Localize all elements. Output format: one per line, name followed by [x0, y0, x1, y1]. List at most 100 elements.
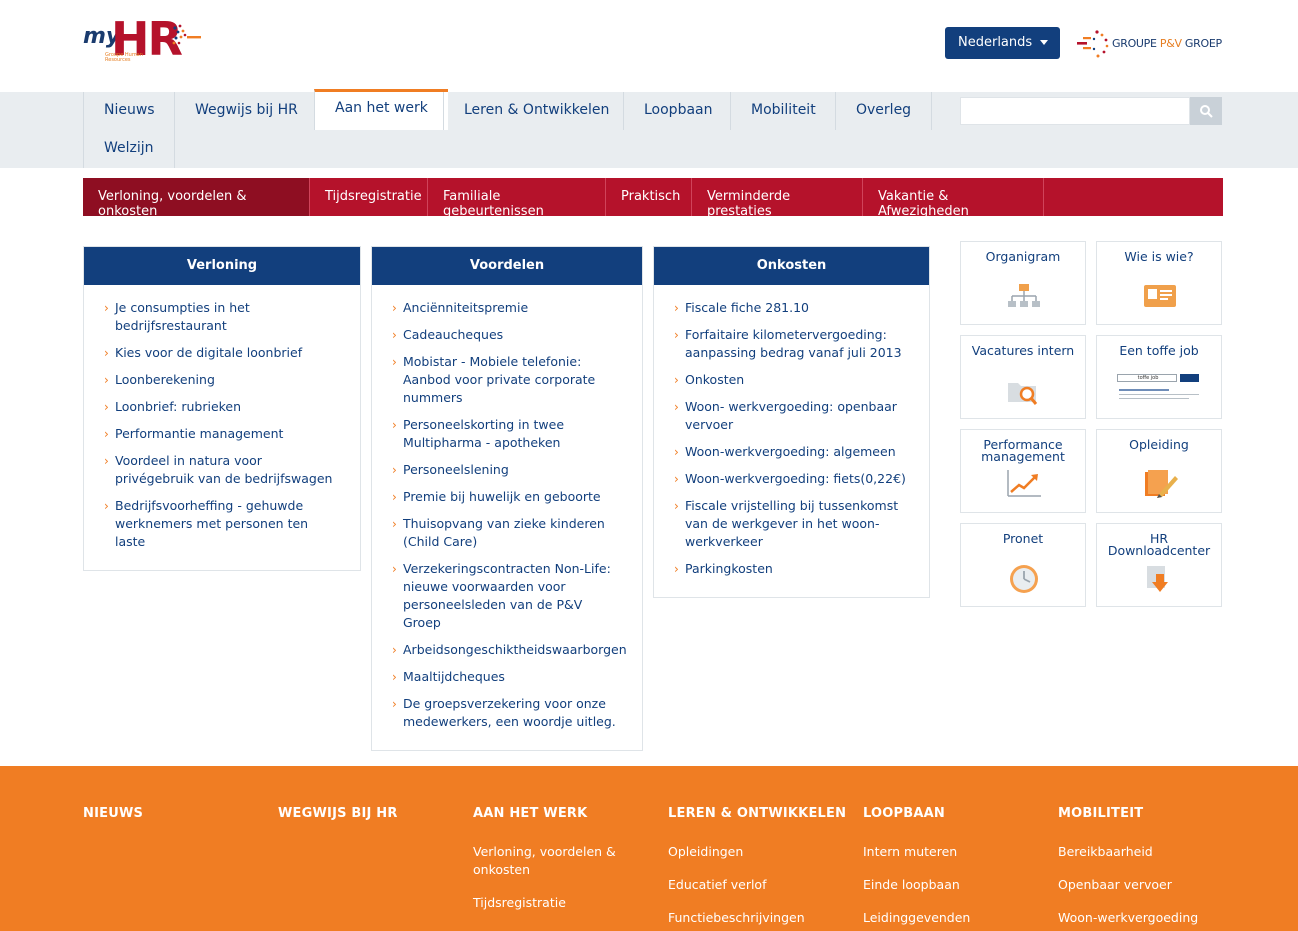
subnav-item-tijdsregistratie[interactable]: Tijdsregistratie	[310, 178, 428, 216]
chevron-right-icon: ›	[104, 427, 109, 441]
list-item[interactable]: › Loonbrief: rubrieken	[104, 398, 340, 416]
list-item[interactable]: › Fiscale fiche 281.10	[674, 299, 909, 317]
search-input[interactable]	[960, 97, 1190, 125]
logo-dots-icon	[171, 24, 201, 45]
voordelen-panel: Voordelen › Anciënniteitspremie › Cadeauch…	[371, 246, 643, 751]
list-item-label: Kies voor de digitale loonbrief	[115, 345, 303, 360]
tile-een-toffe-job[interactable]: Een toffe job toffe job	[1096, 335, 1222, 419]
list-item[interactable]: › Verzekeringscontracten Non-Life: nieuwe…	[392, 560, 622, 632]
subnav-item-label: Verminderde prestaties	[707, 189, 791, 219]
list-item[interactable]: › De groepsverzekering voor onze medewerk…	[392, 695, 622, 731]
pv-groep-logo[interactable]: GROUPE P&V GROEP	[1075, 27, 1225, 61]
list-item[interactable]: › Onkosten	[674, 371, 909, 389]
footer-column-loopbaan: LOOPBAAN Intern muteren Einde loopbaan L…	[863, 806, 1043, 931]
list-item-label: Personeelslening	[403, 462, 509, 477]
link-list: › Fiscale fiche 281.10 › Forfaitaire kilom…	[654, 285, 929, 597]
footer-column-aan-het-werk: AAN HET WERK Verloning, voordelen & onko…	[473, 806, 623, 927]
tile-label: Pronet	[1002, 531, 1044, 546]
download-icon	[1147, 566, 1168, 592]
footer-heading[interactable]: LEREN & ONTWIKKELEN	[668, 806, 848, 821]
subnav-item-praktisch[interactable]: Praktisch	[606, 178, 692, 216]
footer-heading[interactable]: MOBILITEIT	[1058, 806, 1238, 821]
list-item[interactable]: › Thuisopvang van zieke kinderen (Child C…	[392, 515, 622, 551]
footer-link[interactable]: Intern muteren	[863, 843, 1043, 861]
pv-logo-mark-icon	[1077, 30, 1109, 58]
footer-heading[interactable]: LOOPBAAN	[863, 806, 1043, 821]
list-item[interactable]: › Anciënniteitspremie	[392, 299, 622, 317]
pencil-paper-icon	[1145, 470, 1178, 498]
link-list: › Je consumpties in het bedrijfsrestauran…	[84, 285, 360, 570]
footer-heading[interactable]: AAN HET WERK	[473, 806, 623, 821]
list-item[interactable]: › Parkingkosten	[674, 560, 909, 578]
caret-down-icon	[1040, 40, 1048, 45]
list-item[interactable]: › Cadeaucheques	[392, 326, 622, 344]
link-list: › Anciënniteitspremie › Cadeaucheques › Mob…	[372, 285, 642, 750]
tile-opleiding[interactable]: Opleiding	[1096, 429, 1222, 513]
nav-item-aan-het-werk[interactable]: Aan het werk	[314, 89, 448, 130]
list-item-label: Fiscale vrijstelling bij tussenkomst van…	[685, 498, 899, 549]
footer-link[interactable]: Educatief verlof	[668, 876, 848, 894]
nav-item-welzijn[interactable]: Welzijn	[83, 130, 175, 168]
panel-title: Verloning	[84, 247, 360, 285]
list-item[interactable]: › Voordeel in natura voor privégebruik va…	[104, 452, 340, 488]
list-item[interactable]: › Maaltijdcheques	[392, 668, 622, 686]
tile-label: Opleiding	[1129, 437, 1189, 452]
nav-item-nieuws[interactable]: Nieuws	[83, 92, 175, 130]
language-dropdown[interactable]: Nederlands	[945, 27, 1060, 59]
list-item-label: Mobistar - Mobiele telefonie: Aanbod voo…	[403, 354, 596, 405]
search-button[interactable]	[1190, 97, 1222, 125]
list-item-label: Performantie management	[115, 426, 284, 441]
tile-vacatures-intern[interactable]: Vacatures intern	[960, 335, 1086, 419]
list-item[interactable]: › Woon-werkvergoeding: fiets(0,22€)	[674, 470, 909, 488]
chevron-right-icon: ›	[392, 463, 397, 477]
verloning-panel: Verloning › Je consumpties in het bedrijf…	[83, 246, 361, 571]
footer-link[interactable]: Tijdsregistratie	[473, 894, 623, 912]
list-item[interactable]: › Premie bij huwelijk en geboorte	[392, 488, 622, 506]
list-item[interactable]: › Personeelskorting in twee Multipharma -…	[392, 416, 622, 452]
list-item[interactable]: › Je consumpties in het bedrijfsrestauran…	[104, 299, 340, 335]
mini-result-line	[1119, 389, 1169, 391]
list-item[interactable]: › Woon- werkvergoeding: openbaar vervoer	[674, 398, 909, 434]
list-item[interactable]: › Performantie management	[104, 425, 340, 443]
footer-link[interactable]: Woon-werkvergoeding	[1058, 909, 1238, 927]
nav-item-leren-ontwikkelen[interactable]: Leren & Ontwikkelen	[443, 92, 629, 130]
tile-wie-is-wie[interactable]: Wie is wie?	[1096, 241, 1222, 325]
nav-item-overleg[interactable]: Overleg	[835, 92, 933, 130]
list-item[interactable]: › Mobistar - Mobiele telefonie: Aanbod vo…	[392, 353, 622, 407]
list-item[interactable]: › Forfaitaire kilometervergoeding: aanpas…	[674, 326, 909, 362]
subnav-item-verminderde-prestaties[interactable]: Verminderde prestaties	[692, 178, 863, 219]
tile-performance-management[interactable]: Performance management	[960, 429, 1086, 513]
footer-link[interactable]: Opleidingen	[668, 843, 848, 861]
list-item[interactable]: › Personeelslening	[392, 461, 622, 479]
footer-link[interactable]: Verloning, voordelen & onkosten	[473, 843, 623, 879]
myhr-logo[interactable]: my HR Groupe Human Resources	[83, 12, 203, 70]
footer-link[interactable]: Openbaar vervoer	[1058, 876, 1238, 894]
footer-link[interactable]: Leidinggevenden	[863, 909, 1043, 927]
tile-label: HR Downloadcenter	[1107, 531, 1211, 558]
footer-link[interactable]: Bereikbaarheid	[1058, 843, 1238, 861]
footer-link[interactable]: Functiebeschrijvingen	[668, 909, 848, 927]
logo-sub-text: Groupe Human Resources	[105, 52, 143, 63]
list-item[interactable]: › Bedrijfsvoorheffing - gehuwde werknemer…	[104, 497, 340, 551]
nav-item-loopbaan[interactable]: Loopbaan	[623, 92, 733, 130]
pv-logo-pv: P&V	[1159, 37, 1182, 50]
footer-link[interactable]: Einde loopbaan	[863, 876, 1043, 894]
subnav-item-verloning[interactable]: Verloning, voordelen & onkosten	[83, 178, 310, 219]
footer-heading[interactable]: NIEUWS	[83, 806, 263, 821]
chevron-right-icon: ›	[392, 517, 397, 531]
nav-item-mobiliteit[interactable]: Mobiliteit	[730, 92, 836, 130]
footer-heading[interactable]: WEGWIJS BIJ HR	[278, 806, 458, 821]
tile-pronet[interactable]: Pronet	[960, 523, 1086, 607]
tile-hr-downloadcenter[interactable]: HR Downloadcenter	[1096, 523, 1222, 607]
tile-organigram[interactable]: Organigram	[960, 241, 1086, 325]
list-item[interactable]: › Woon-werkvergoeding: algemeen	[674, 443, 909, 461]
subnav-item-vakantie-afwezigheden[interactable]: Vakantie & Afwezigheden	[863, 178, 1044, 219]
nav-item-wegwijs-bij-hr[interactable]: Wegwijs bij HR	[174, 92, 318, 130]
list-item[interactable]: › Arbeidsongeschiktheidswaarborgen	[392, 641, 627, 659]
list-item-label: Parkingkosten	[685, 561, 773, 576]
subnav-item-familiale-gebeurtenissen[interactable]: Familiale gebeurtenissen	[428, 178, 606, 219]
list-item[interactable]: › Fiscale vrijstelling bij tussenkomst va…	[674, 497, 909, 551]
list-item-label: Arbeidsongeschiktheidswaarborgen	[403, 642, 627, 657]
list-item[interactable]: › Kies voor de digitale loonbrief	[104, 344, 340, 362]
list-item[interactable]: › Loonberekening	[104, 371, 340, 389]
